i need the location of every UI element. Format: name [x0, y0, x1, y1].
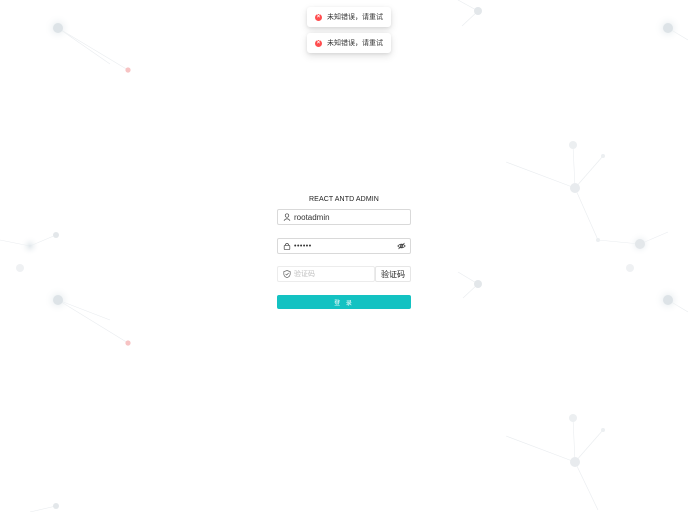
- username-input[interactable]: rootadmin: [277, 209, 411, 225]
- password-value: ••••••: [294, 242, 312, 250]
- error-circle-icon: ×: [315, 39, 322, 47]
- safety-shield-icon: [282, 270, 292, 278]
- error-notification-text: 未知错误，请重试: [327, 14, 383, 21]
- password-input[interactable]: ••••••: [277, 238, 411, 254]
- captcha-placeholder: 验证码: [294, 271, 315, 278]
- error-notification-text: 未知错误，请重试: [327, 40, 383, 47]
- captcha-image-button[interactable]: 验证码: [375, 266, 411, 282]
- error-notification: × 未知错误，请重试: [307, 7, 391, 27]
- particle-network-background: [0, 0, 688, 512]
- username-value: rootadmin: [294, 212, 330, 222]
- captcha-input[interactable]: 验证码: [277, 266, 375, 282]
- error-circle-icon: ×: [315, 13, 322, 21]
- eye-invisible-icon[interactable]: [397, 242, 406, 250]
- login-submit-button[interactable]: 登 录: [277, 295, 411, 309]
- lock-icon: [282, 242, 292, 250]
- error-notification: × 未知错误，请重试: [307, 33, 391, 53]
- user-icon: [282, 213, 292, 221]
- login-title: REACT ANTD ADMIN: [309, 196, 379, 203]
